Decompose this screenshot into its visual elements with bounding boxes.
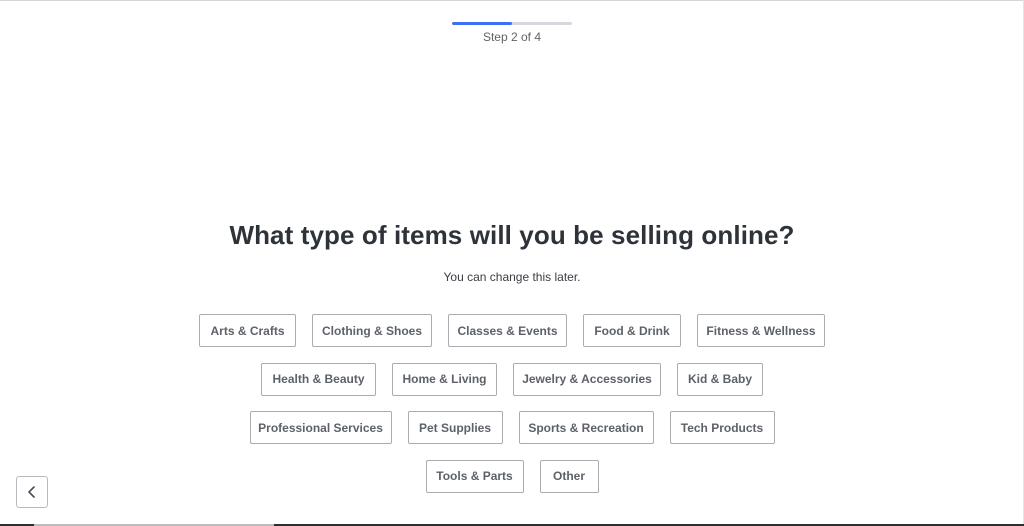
page-subtitle: You can change this later. [443,270,581,284]
page-title: What type of items will you be selling o… [229,220,795,250]
options-row: Tools & Parts Other [0,459,1024,493]
step-label: Step 2 of 4 [482,30,542,44]
option-professional-services[interactable]: Professional Services [249,411,392,444]
options-row: Professional Services Pet Supplies Sport… [0,411,1024,444]
progress-bar-fill [452,22,512,25]
option-tools-parts[interactable]: Tools & Parts [425,459,524,493]
options-row: Arts & Crafts Clothing & Shoes Classes &… [0,314,1024,347]
step-indicator: Step 2 of 4 [0,30,1024,44]
option-classes-events[interactable]: Classes & Events [448,314,567,347]
option-health-beauty[interactable]: Health & Beauty [261,362,376,396]
options-row: Health & Beauty Home & Living Jewelry & … [0,362,1024,396]
progress-bar [452,22,572,25]
option-clothing-shoes[interactable]: Clothing & Shoes [312,314,432,347]
option-fitness-wellness[interactable]: Fitness & Wellness [697,314,825,347]
option-sports-recreation[interactable]: Sports & Recreation [518,411,654,444]
option-pet-supplies[interactable]: Pet Supplies [407,411,503,444]
back-button[interactable] [16,476,48,508]
option-home-living[interactable]: Home & Living [392,362,497,396]
option-kid-baby[interactable]: Kid & Baby [677,362,763,396]
chevron-left-icon [28,486,35,498]
option-arts-crafts[interactable]: Arts & Crafts [199,314,296,347]
category-options: Arts & Crafts Clothing & Shoes Classes &… [0,314,1024,508]
option-tech-products[interactable]: Tech Products [669,411,775,444]
option-food-drink[interactable]: Food & Drink [583,314,681,347]
top-border [0,0,1024,1]
option-other[interactable]: Other [539,459,599,493]
option-jewelry-accessories[interactable]: Jewelry & Accessories [513,362,661,396]
